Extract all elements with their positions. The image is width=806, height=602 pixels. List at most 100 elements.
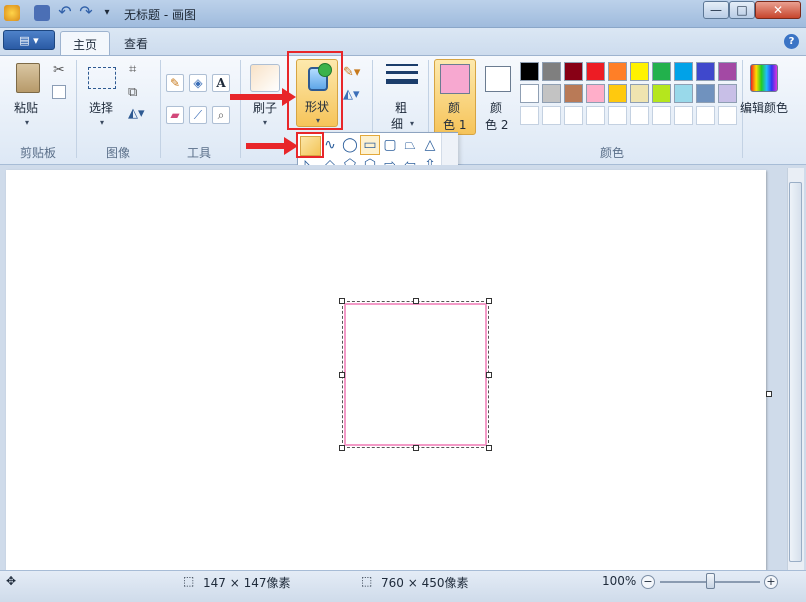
help-icon[interactable]: ? xyxy=(784,34,799,49)
redo-icon[interactable]: ↷ xyxy=(78,4,94,21)
custom-color-slot[interactable] xyxy=(674,106,693,125)
custom-color-slot[interactable] xyxy=(652,106,671,125)
resize-handle[interactable] xyxy=(486,372,492,378)
cut-icon[interactable]: ✂ xyxy=(53,62,65,78)
palette-swatch[interactable] xyxy=(520,84,539,103)
paste-dropdown-icon[interactable]: ▾ xyxy=(25,118,29,127)
edit-colors-icon[interactable] xyxy=(750,64,778,92)
palette-swatch[interactable] xyxy=(586,84,605,103)
brushes-button[interactable]: 刷子 xyxy=(253,99,277,116)
outline-icon[interactable]: ✎▾ xyxy=(343,65,360,80)
annotation-arrow xyxy=(246,137,298,155)
canvas-size-icon: ⬚ xyxy=(361,574,373,588)
resize-handle[interactable] xyxy=(339,445,345,451)
shape-rounded-rectangle-icon[interactable]: ▢ xyxy=(381,136,399,154)
size-line-thick xyxy=(386,79,418,84)
palette-swatch[interactable] xyxy=(520,62,539,81)
file-menu-button[interactable]: ▤ ▾ xyxy=(3,30,55,50)
highlight-box xyxy=(296,132,324,158)
title-bar: ↶ ↷ ▾ 无标题 - 画图 — □ ✕ xyxy=(0,0,806,28)
custom-color-slot[interactable] xyxy=(520,106,539,125)
palette-swatch[interactable] xyxy=(608,84,627,103)
image-group-label: 图像 xyxy=(106,146,131,160)
color2-swatch[interactable] xyxy=(485,66,511,92)
resize-handle[interactable] xyxy=(413,298,419,304)
shape-triangle-icon[interactable]: △ xyxy=(421,136,439,154)
minimize-button[interactable]: — xyxy=(703,1,729,19)
group-divider xyxy=(240,60,241,158)
palette-swatch[interactable] xyxy=(652,84,671,103)
palette-swatch[interactable] xyxy=(630,62,649,81)
palette-swatch[interactable] xyxy=(652,62,671,81)
palette-swatch[interactable] xyxy=(564,62,583,81)
brush-icon[interactable] xyxy=(250,64,280,92)
size-button[interactable]: 粗 xyxy=(395,99,407,116)
customize-quick-access-icon[interactable]: ▾ xyxy=(99,5,115,21)
color2-button[interactable]: 颜 xyxy=(490,99,502,116)
copy-icon[interactable] xyxy=(52,85,66,99)
brushes-dropdown-icon[interactable]: ▾ xyxy=(263,118,267,127)
annotation-arrow xyxy=(230,88,296,106)
rotate-icon[interactable]: ◭▾ xyxy=(128,106,145,121)
crop-icon[interactable]: ⌗ xyxy=(129,62,136,77)
palette-swatch[interactable] xyxy=(608,62,627,81)
custom-color-slot[interactable] xyxy=(718,106,737,125)
select-dropdown-icon[interactable]: ▾ xyxy=(100,118,104,127)
fill-bucket-icon[interactable]: ◈ xyxy=(189,74,207,92)
maximize-button[interactable]: □ xyxy=(729,1,755,19)
size-line-medium xyxy=(386,71,418,74)
canvas-resize-handle[interactable] xyxy=(766,391,772,397)
paint-app-icon[interactable] xyxy=(4,5,20,21)
resize-icon[interactable]: ⧉ xyxy=(128,85,137,100)
zoom-out-button[interactable]: − xyxy=(641,575,655,589)
select-icon[interactable] xyxy=(88,67,116,89)
tab-view[interactable]: 查看 xyxy=(112,31,160,55)
paste-button[interactable]: 粘贴 xyxy=(14,99,38,116)
palette-swatch[interactable] xyxy=(674,62,693,81)
palette-swatch[interactable] xyxy=(696,62,715,81)
zoom-slider-thumb[interactable] xyxy=(706,573,715,589)
zoom-in-button[interactable]: + xyxy=(764,575,778,589)
palette-swatch[interactable] xyxy=(542,62,561,81)
pencil-icon[interactable]: ✎ xyxy=(166,74,184,92)
custom-color-slot[interactable] xyxy=(564,106,583,125)
palette-swatch[interactable] xyxy=(718,62,737,81)
text-icon[interactable]: A xyxy=(212,74,230,92)
eraser-icon[interactable]: ▰ xyxy=(166,106,184,124)
shape-rectangle-icon[interactable]: ▭ xyxy=(361,136,379,154)
palette-swatch[interactable] xyxy=(564,84,583,103)
shape-polygon-icon[interactable]: ⏢ xyxy=(401,136,419,154)
palette-swatch[interactable] xyxy=(696,84,715,103)
palette-swatch[interactable] xyxy=(542,84,561,103)
custom-color-slot[interactable] xyxy=(630,106,649,125)
fill-icon[interactable]: ◭▾ xyxy=(343,87,360,102)
tab-home[interactable]: 主页 xyxy=(60,31,111,55)
resize-handle[interactable] xyxy=(486,298,492,304)
size-button-label-bottom[interactable]: 细 xyxy=(391,115,403,132)
vertical-scrollbar-thumb[interactable] xyxy=(789,182,802,562)
save-icon[interactable] xyxy=(34,5,50,21)
resize-handle[interactable] xyxy=(339,298,345,304)
color2-label-bottom[interactable]: 色 2 xyxy=(485,116,508,133)
size-dropdown-icon[interactable]: ▾ xyxy=(410,119,414,128)
custom-color-slot[interactable] xyxy=(586,106,605,125)
palette-swatch[interactable] xyxy=(718,84,737,103)
edit-colors-button[interactable]: 编辑颜色 xyxy=(740,99,788,116)
undo-icon[interactable]: ↶ xyxy=(57,4,73,21)
paste-icon[interactable] xyxy=(16,63,40,93)
resize-handle[interactable] xyxy=(486,445,492,451)
color-picker-icon[interactable]: ⟋ xyxy=(189,106,207,124)
resize-handle[interactable] xyxy=(413,445,419,451)
select-button[interactable]: 选择 xyxy=(89,99,113,116)
custom-color-slot[interactable] xyxy=(542,106,561,125)
custom-color-slot[interactable] xyxy=(696,106,715,125)
close-button[interactable]: ✕ xyxy=(755,1,801,19)
shape-oval-icon[interactable]: ◯ xyxy=(341,136,359,154)
palette-swatch[interactable] xyxy=(586,62,605,81)
palette-swatch[interactable] xyxy=(674,84,693,103)
palette-swatch[interactable] xyxy=(630,84,649,103)
magnifier-icon[interactable]: ⌕ xyxy=(212,106,230,124)
shape-curve-icon[interactable]: ∿ xyxy=(321,136,339,154)
custom-color-slot[interactable] xyxy=(608,106,627,125)
resize-handle[interactable] xyxy=(339,372,345,378)
